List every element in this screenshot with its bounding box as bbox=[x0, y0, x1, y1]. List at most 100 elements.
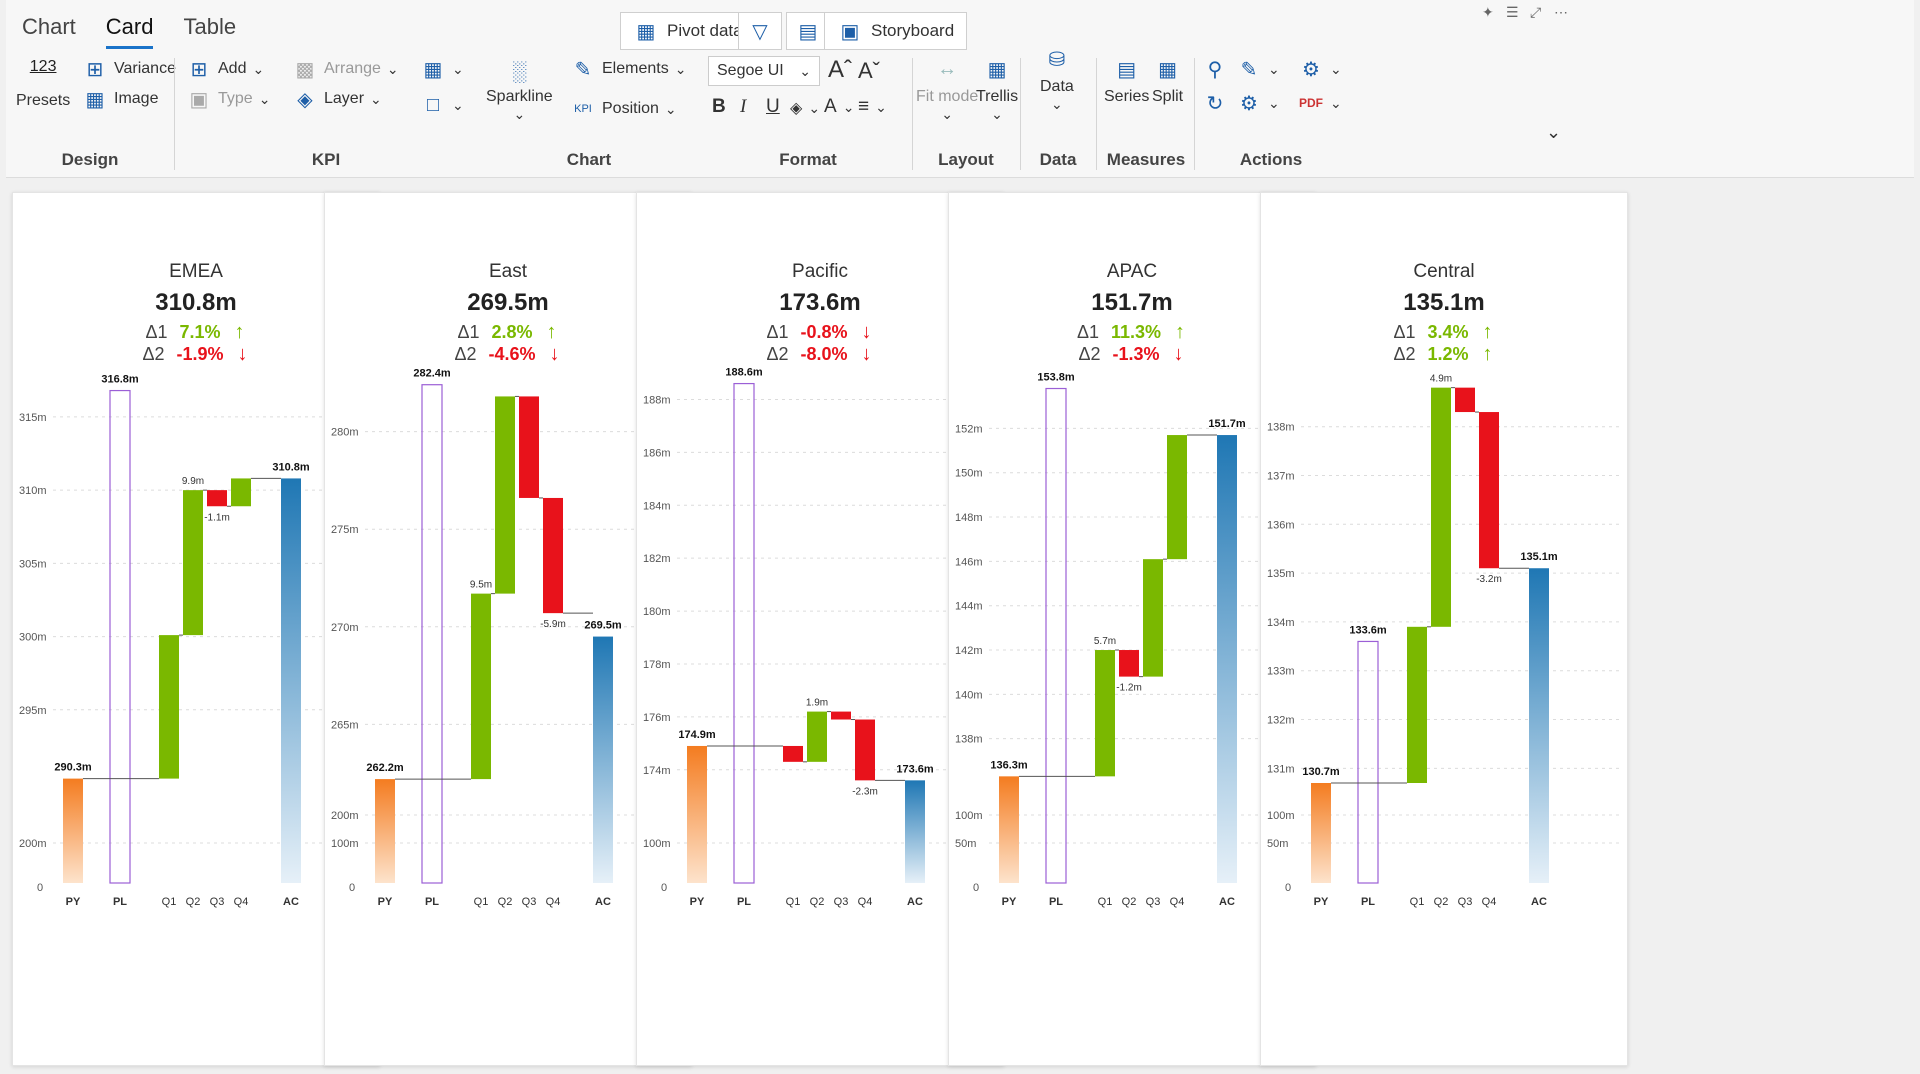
trellis-icon: ▦ bbox=[987, 58, 1007, 81]
bar-ac bbox=[905, 780, 925, 883]
measures-group: ▤ Series ▦ Split Measures bbox=[1098, 56, 1194, 174]
border-button[interactable]: □ ⌄ bbox=[420, 92, 464, 118]
variance-button[interactable]: ⊞ Variance bbox=[82, 56, 176, 82]
data-label: 1.9m bbox=[806, 698, 828, 709]
font-color-icon[interactable]: A ⌄ bbox=[824, 96, 854, 118]
plus-box-icon: ⊞ bbox=[86, 58, 104, 81]
y-tick-label: 295m bbox=[19, 705, 47, 717]
bar-quarter bbox=[207, 490, 227, 507]
filter-button[interactable]: ▽ bbox=[738, 12, 782, 50]
layout-group: ↔ Fit mode ⌄ ▦ Trellis ⌄ Layout bbox=[914, 56, 1018, 174]
chevron-down-icon: ⌄ bbox=[258, 90, 271, 107]
underline-button[interactable]: U bbox=[766, 96, 780, 118]
fit-mode-label: Fit mode bbox=[916, 88, 979, 105]
y-tick-label: 275m bbox=[331, 524, 359, 536]
storyboard-button[interactable]: ▣ Storyboard bbox=[824, 12, 968, 50]
tab-table[interactable]: Table bbox=[183, 14, 236, 49]
refresh-icon[interactable]: ↻ bbox=[1202, 90, 1228, 116]
y-tick-label: 132m bbox=[1267, 715, 1295, 727]
kpi-group: ⊞ Add ⌄ ▣ Type ⌄ ▩ Arrange ⌄ ◈ Layer ⌄ ▦ bbox=[178, 56, 474, 174]
bar-ac bbox=[1217, 435, 1237, 883]
gear-icon[interactable]: ⚙ ⌄ bbox=[1236, 90, 1280, 116]
align-icon[interactable]: ≡ ⌄ bbox=[858, 96, 887, 118]
data-label: 269.5m bbox=[584, 620, 622, 632]
tab-chart[interactable]: Chart bbox=[22, 14, 76, 49]
sparkline-label: Sparkline bbox=[486, 88, 553, 105]
type-icon: ▣ bbox=[189, 88, 209, 111]
y-tick-label: 144m bbox=[955, 601, 983, 613]
y-tick-label: 152m bbox=[955, 423, 983, 435]
data-label: 4.9m bbox=[1430, 374, 1452, 385]
y-tick-label: 0 bbox=[661, 882, 667, 894]
pdf-icon[interactable]: PDF ⌄ bbox=[1298, 90, 1342, 116]
add-label: Add bbox=[218, 60, 247, 77]
storyboard-label: Storyboard bbox=[871, 21, 955, 40]
bar-quarter bbox=[1479, 412, 1499, 569]
chevron-down-icon: ⌄ bbox=[513, 106, 526, 122]
y-tick-label: 265m bbox=[331, 719, 359, 731]
layer-button[interactable]: ◈ Layer ⌄ bbox=[292, 86, 381, 112]
data-group: ⛁ Data ⌄ Data bbox=[1022, 49, 1094, 174]
database-icon: ⛁ bbox=[1048, 48, 1066, 71]
arrange-button[interactable]: ▩ Arrange ⌄ bbox=[292, 56, 399, 82]
elements-button[interactable]: ✎ Elements ⌄ bbox=[570, 56, 687, 82]
y-tick-label: 137m bbox=[1267, 471, 1295, 483]
chart-group-label: Chart bbox=[566, 150, 612, 169]
layer-label: Layer bbox=[324, 90, 365, 107]
y-tick-label: 300m bbox=[19, 632, 47, 644]
bar-quarter bbox=[1143, 559, 1163, 677]
bar-quarter bbox=[1119, 650, 1139, 677]
y-tick-label: 140m bbox=[955, 689, 983, 701]
add-button[interactable]: ⊞ Add ⌄ bbox=[186, 56, 265, 82]
y-tick-label: 180m bbox=[643, 606, 671, 618]
position-button[interactable]: KPI Position ⌄ bbox=[570, 96, 677, 122]
x-tick-label: Q1 bbox=[162, 896, 177, 908]
chevron-down-icon: ⌄ bbox=[452, 96, 464, 113]
chevron-down-icon: ⌄ bbox=[941, 106, 953, 122]
search-icon[interactable]: ⚲ bbox=[1202, 56, 1228, 82]
grid-select-button[interactable]: ▦ ⌄ bbox=[420, 56, 464, 82]
italic-button[interactable]: I bbox=[740, 96, 746, 118]
y-tick-label: 186m bbox=[643, 447, 671, 459]
x-tick-label: PL bbox=[425, 896, 439, 908]
y-tick-label: 176m bbox=[643, 712, 671, 724]
pin-icon[interactable]: ✦ bbox=[1482, 4, 1494, 21]
x-tick-label: PY bbox=[690, 896, 705, 908]
format-group-label: Format bbox=[779, 150, 837, 169]
measures-group-label: Measures bbox=[1106, 150, 1186, 169]
brush-icon[interactable]: ✎ ⌄ bbox=[1236, 56, 1280, 82]
font-select[interactable]: Segoe UI ⌄ bbox=[708, 56, 820, 86]
data-label: 133.6m bbox=[1349, 624, 1387, 636]
bold-button[interactable]: B bbox=[712, 96, 726, 118]
type-button[interactable]: ▣ Type ⌄ bbox=[186, 86, 271, 112]
sparkline-button[interactable]: ░ Sparkline ⌄ bbox=[486, 56, 553, 123]
split-button[interactable]: ▦ Split bbox=[1152, 56, 1183, 106]
fit-mode-button[interactable]: ↔ Fit mode ⌄ bbox=[916, 56, 978, 123]
x-tick-label: Q3 bbox=[834, 896, 849, 908]
export-settings-icon[interactable]: ⚙ ⌄ bbox=[1298, 56, 1342, 82]
bar-ac bbox=[1529, 568, 1549, 883]
pivot-data-button[interactable]: ▦ Pivot data bbox=[620, 12, 756, 50]
chevron-down-icon: ⌄ bbox=[452, 60, 464, 77]
expand-icon[interactable]: ⤢ bbox=[1530, 4, 1541, 21]
data-button[interactable]: ⛁ Data ⌄ bbox=[1040, 46, 1074, 113]
bar-py bbox=[687, 745, 707, 883]
series-button[interactable]: ▤ Series bbox=[1104, 56, 1149, 106]
collapse-ribbon-icon[interactable]: ⌄ bbox=[1546, 122, 1561, 143]
filter-pane-icon[interactable]: ☰ bbox=[1506, 4, 1519, 21]
elements-icon: ✎ bbox=[574, 58, 592, 81]
x-tick-label: Q2 bbox=[1434, 896, 1449, 908]
fill-color-icon[interactable]: ◈ ⌄ bbox=[790, 98, 820, 118]
presets-button[interactable]: 123 Presets bbox=[16, 56, 70, 110]
font-shrink-icon[interactable]: Aˇ bbox=[858, 58, 880, 84]
image-button[interactable]: ▦ Image bbox=[82, 86, 159, 112]
trellis-button[interactable]: ▦ Trellis ⌄ bbox=[976, 56, 1018, 123]
font-grow-icon[interactable]: Aˆ bbox=[828, 56, 852, 84]
more-icon[interactable]: ⋯ bbox=[1554, 4, 1568, 21]
x-tick-label: PL bbox=[113, 896, 127, 908]
pivot-data-label: Pivot data bbox=[667, 21, 743, 40]
y-tick-label: 50m bbox=[955, 838, 976, 850]
tab-card[interactable]: Card bbox=[105, 14, 154, 49]
kpi-card[interactable]: Central 135.1m Δ1 3.4% ↑ Δ2 1.2% ↑ 138m 1… bbox=[1260, 192, 1628, 1066]
elements-label: Elements bbox=[602, 60, 669, 77]
